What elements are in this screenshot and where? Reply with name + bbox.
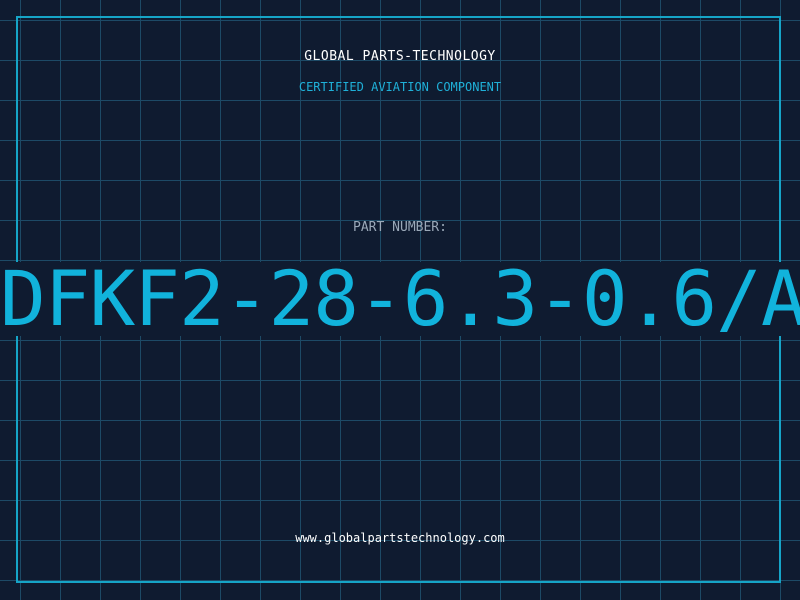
company-name: GLOBAL PARTS-TECHNOLOGY bbox=[304, 49, 496, 64]
part-label-card: GLOBAL PARTS-TECHNOLOGY CERTIFIED AVIATI… bbox=[0, 0, 800, 600]
certification-tagline: CERTIFIED AVIATION COMPONENT bbox=[298, 80, 502, 94]
website-url: www.globalpartstechnology.com bbox=[295, 531, 505, 545]
part-number-value: DFKF2-28-6.3-0.6/A bbox=[0, 254, 800, 343]
part-number-label: PART NUMBER: bbox=[353, 220, 447, 235]
